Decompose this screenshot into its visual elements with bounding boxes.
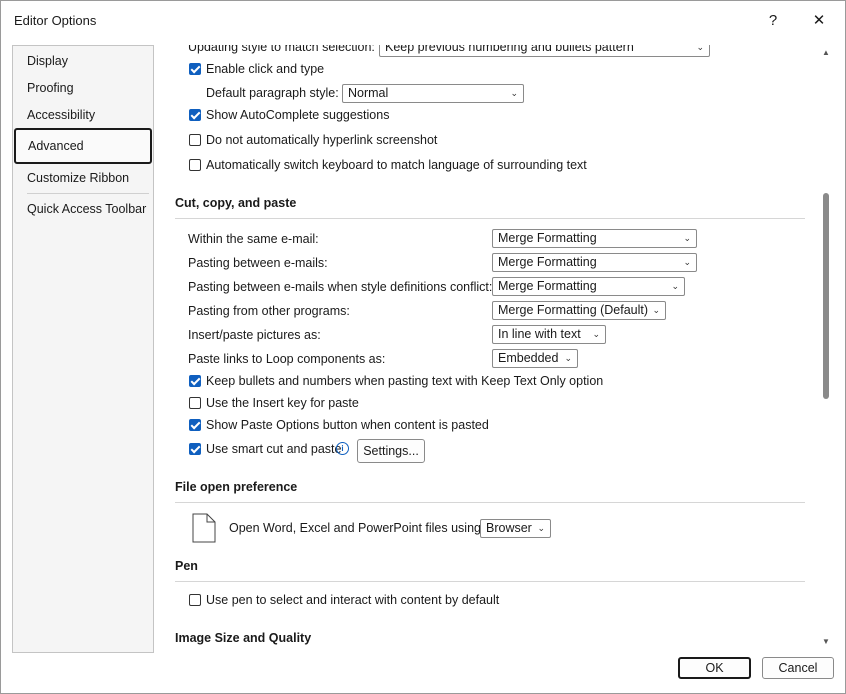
paste-options-label: Show Paste Options button when content i… <box>206 418 489 432</box>
paste-row-label: Pasting between e-mails when style defin… <box>188 280 493 294</box>
auto-keyboard-checkbox[interactable] <box>189 159 201 171</box>
nav-item-customize-ribbon[interactable]: Customize Ribbon <box>14 163 152 193</box>
autocomplete-checkbox[interactable] <box>189 109 201 121</box>
info-icon[interactable]: i <box>336 442 349 455</box>
enable-click-type-checkbox[interactable] <box>189 63 201 75</box>
paste-row-label: Paste links to Loop components as: <box>188 352 386 366</box>
pictures-dropdown[interactable]: In line with text ⌄ <box>492 325 606 344</box>
paste-row-label: Pasting between e-mails: <box>188 256 328 270</box>
document-icon <box>192 513 216 543</box>
paste-row-label: Within the same e-mail: <box>188 232 319 246</box>
paste-row-label: Pasting from other programs: <box>188 304 350 318</box>
chevron-down-icon: ⌄ <box>696 45 704 52</box>
nav-item-advanced[interactable]: Advanced <box>14 128 152 164</box>
use-pen-label: Use pen to select and interact with cont… <box>206 593 500 607</box>
style-conflict-dropdown[interactable]: Merge Formatting ⌄ <box>492 277 685 296</box>
other-programs-dropdown[interactable]: Merge Formatting (Default) ⌄ <box>492 301 666 320</box>
section-divider <box>175 502 805 503</box>
use-pen-checkbox[interactable] <box>189 594 201 606</box>
chevron-down-icon: ⌄ <box>652 305 660 315</box>
paste-row-label: Insert/paste pictures as: <box>188 328 321 342</box>
keep-bullets-checkbox[interactable] <box>189 375 201 387</box>
section-divider <box>175 218 805 219</box>
editor-options-dialog: Editor Options ? ✕ Display Proofing Acce… <box>0 0 846 694</box>
dropdown-value: Embedded <box>498 351 559 365</box>
dropdown-value: Merge Formatting <box>498 231 597 245</box>
category-nav: Display Proofing Accessibility Advanced … <box>12 45 154 653</box>
chevron-down-icon: ⌄ <box>510 88 518 98</box>
chevron-down-icon: ⌄ <box>537 523 545 533</box>
chevron-down-icon: ⌄ <box>564 353 572 363</box>
default-paragraph-value: Normal <box>348 86 389 100</box>
within-email-dropdown[interactable]: Merge Formatting ⌄ <box>492 229 697 248</box>
scroll-thumb[interactable] <box>823 193 829 399</box>
paste-options-checkbox[interactable] <box>189 419 201 431</box>
nav-item-proofing[interactable]: Proofing <box>14 73 152 103</box>
chevron-down-icon: ⌄ <box>683 233 691 243</box>
file-open-dropdown[interactable]: Browser ⌄ <box>480 519 551 538</box>
content-scrollbar[interactable]: ▲ ▼ <box>821 45 831 651</box>
file-open-label: Open Word, Excel and PowerPoint files us… <box>229 521 485 535</box>
chevron-down-icon: ⌄ <box>592 329 600 339</box>
default-paragraph-dropdown[interactable]: Normal ⌄ <box>342 84 524 103</box>
section-divider <box>175 581 805 582</box>
no-hyperlink-label: Do not automatically hyperlink screensho… <box>206 133 438 147</box>
section-file-open: File open preference <box>175 480 298 494</box>
auto-keyboard-label: Automatically switch keyboard to match l… <box>206 158 587 172</box>
section-image-size-quality: Image Size and Quality <box>175 631 312 645</box>
scroll-down-icon[interactable]: ▼ <box>821 637 831 646</box>
dropdown-value: In line with text <box>498 327 581 341</box>
updating-style-dropdown[interactable]: Keep previous numbering and bullets patt… <box>379 45 710 57</box>
scroll-up-icon[interactable]: ▲ <box>821 48 831 57</box>
cancel-button[interactable]: Cancel <box>762 657 834 679</box>
between-emails-dropdown[interactable]: Merge Formatting ⌄ <box>492 253 697 272</box>
smart-cut-label: Use smart cut and paste <box>206 442 342 456</box>
dropdown-value: Merge Formatting <box>498 255 597 269</box>
insert-key-label: Use the Insert key for paste <box>206 396 359 410</box>
insert-key-checkbox[interactable] <box>189 397 201 409</box>
no-hyperlink-checkbox[interactable] <box>189 134 201 146</box>
nav-item-accessibility[interactable]: Accessibility <box>14 100 152 130</box>
close-button[interactable]: ✕ <box>807 11 831 31</box>
dialog-title: Editor Options <box>14 13 97 28</box>
section-cut-copy-paste: Cut, copy, and paste <box>175 196 297 210</box>
chevron-down-icon: ⌄ <box>683 257 691 267</box>
default-paragraph-label: Default paragraph style: <box>206 86 339 100</box>
dropdown-value: Browser <box>486 521 532 535</box>
settings-button[interactable]: Settings... <box>357 439 425 463</box>
ok-button[interactable]: OK <box>678 657 751 679</box>
autocomplete-label: Show AutoComplete suggestions <box>206 108 390 122</box>
help-button[interactable]: ? <box>761 11 785 31</box>
nav-item-quick-access-toolbar[interactable]: Quick Access Toolbar <box>14 194 152 224</box>
loop-components-dropdown[interactable]: Embedded ⌄ <box>492 349 578 368</box>
updating-style-value: Keep previous numbering and bullets patt… <box>385 45 634 54</box>
dropdown-value: Merge Formatting <box>498 279 597 293</box>
nav-item-display[interactable]: Display <box>14 46 152 76</box>
smart-cut-checkbox[interactable] <box>189 443 201 455</box>
keep-bullets-label: Keep bullets and numbers when pasting te… <box>206 374 604 388</box>
options-content: Updating style to match selection: Keep … <box>155 45 821 651</box>
chevron-down-icon: ⌄ <box>671 281 679 291</box>
dropdown-value: Merge Formatting (Default) <box>498 303 649 317</box>
enable-click-type-label: Enable click and type <box>206 62 325 76</box>
updating-style-label: Updating style to match selection: <box>188 45 375 54</box>
section-pen: Pen <box>175 559 198 573</box>
